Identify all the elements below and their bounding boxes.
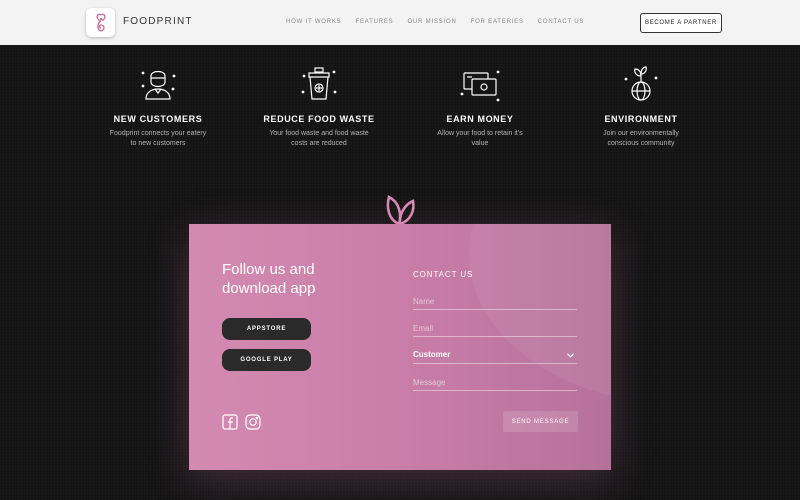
feature-title: EARN MONEY — [446, 114, 514, 124]
feature-title: ENVIRONMENT — [604, 114, 678, 124]
nav-link-how-it-works[interactable]: HOW IT WORKS — [286, 19, 342, 25]
nav-link-features[interactable]: FEATURES — [356, 19, 394, 25]
feature-description: Allow your food to retain it's value — [437, 130, 523, 147]
brand-name: FOODPRINT — [123, 16, 193, 27]
money-cards-icon — [460, 70, 500, 102]
chevron-down-icon — [567, 353, 574, 358]
contact-card: Follow us and download app APPSTORE GOOG… — [189, 224, 611, 470]
nav-link-contact-us[interactable]: CONTACT US — [538, 19, 584, 25]
feature-description: Join our environmentally conscious commu… — [603, 130, 679, 147]
main-nav: HOW IT WORKS FEATURES OUR MISSION FOR EA… — [286, 19, 584, 25]
follow-us-heading: Follow us and download app — [222, 261, 316, 297]
feature-description: Your food waste and food waste costs are… — [269, 130, 369, 147]
send-message-button[interactable]: SEND MESSAGE — [503, 411, 578, 432]
name-field[interactable] — [413, 294, 577, 310]
top-navigation-bar: FOODPRINT HOW IT WORKS FEATURES OUR MISS… — [0, 0, 800, 45]
message-field[interactable] — [413, 375, 577, 391]
appstore-button[interactable]: APPSTORE — [222, 318, 311, 340]
email-field[interactable] — [413, 321, 577, 337]
feature-earn-money: EARN MONEY Allow your food to retain it'… — [410, 64, 550, 149]
become-partner-button[interactable]: BECOME A PARTNER — [640, 13, 722, 33]
nav-link-our-mission[interactable]: OUR MISSION — [407, 19, 456, 25]
feature-title: NEW CUSTOMERS — [113, 114, 203, 124]
food-bin-icon — [301, 67, 337, 100]
logo[interactable] — [86, 8, 115, 37]
contact-us-heading: CONTACT US — [413, 270, 474, 279]
feature-title: REDUCE FOOD WASTE — [263, 114, 375, 124]
facebook-icon[interactable] — [222, 414, 238, 430]
feature-environment: ENVIRONMENT Join our environmentally con… — [571, 64, 711, 149]
leaf-icon — [386, 195, 415, 226]
nav-link-for-eateries[interactable]: FOR EATERIES — [471, 19, 524, 25]
instagram-icon[interactable] — [245, 414, 261, 430]
feature-description: Foodprint connects your eatery to new cu… — [109, 130, 207, 147]
user-type-select-value: Customer — [413, 350, 451, 359]
user-type-select[interactable]: Customer — [413, 348, 577, 364]
google-play-button[interactable]: GOOGLE PLAY — [222, 349, 311, 371]
feature-new-customers: NEW CUSTOMERS Foodprint connects your ea… — [88, 64, 228, 149]
customer-icon — [141, 70, 176, 100]
feature-reduce-food-waste: REDUCE FOOD WASTE Your food waste and fo… — [249, 64, 389, 149]
globe-sprout-icon — [624, 66, 658, 101]
foodprint-logo-icon — [96, 13, 105, 32]
